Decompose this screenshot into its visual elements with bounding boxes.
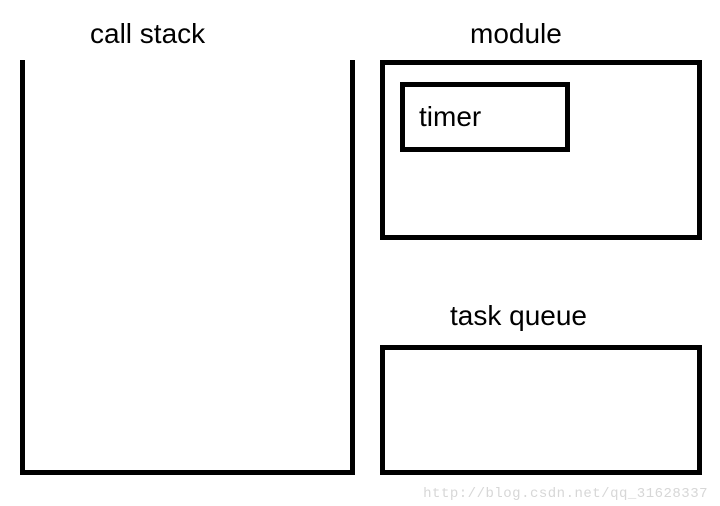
call-stack-box [20,60,355,475]
timer-label: timer [419,101,481,133]
task-queue-label: task queue [450,300,587,332]
task-queue-box [380,345,702,475]
watermark-text: http://blog.csdn.net/qq_31628337 [423,486,708,502]
module-label: module [470,18,562,50]
call-stack-label: call stack [90,18,205,50]
timer-box: timer [400,82,570,152]
